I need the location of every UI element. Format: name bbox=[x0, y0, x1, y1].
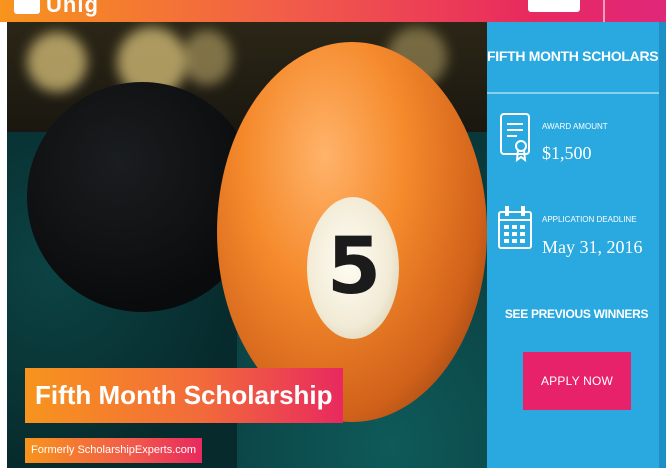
top-header-bar: Unig bbox=[0, 0, 666, 22]
ball-number: 5 bbox=[326, 222, 382, 312]
sidebar-title: FIFTH MONTH SCHOLARSHIP bbox=[487, 48, 666, 64]
header-search-box[interactable] bbox=[528, 0, 580, 12]
logo-text[interactable]: Unig bbox=[46, 0, 99, 18]
hero-title: Fifth Month Scholarship bbox=[25, 368, 343, 423]
scholarship-sidebar: FIFTH MONTH SCHOLARSHIP AWARD AMOUNT $1,… bbox=[487, 22, 666, 468]
hero-image: 5 Fifth Month Scholarship Formerly Schol… bbox=[7, 22, 487, 468]
header-divider bbox=[603, 0, 605, 22]
apply-now-button[interactable]: APPLY NOW bbox=[523, 352, 631, 410]
calendar-icon bbox=[498, 206, 532, 249]
logo-icon[interactable] bbox=[14, 0, 40, 14]
deadline-label: APPLICATION DEADLINE bbox=[542, 215, 637, 224]
hero-subtitle: Formerly ScholarshipExperts.com bbox=[25, 438, 203, 463]
certificate-icon bbox=[500, 113, 530, 163]
bokeh-light bbox=[27, 32, 87, 92]
bokeh-light bbox=[182, 30, 232, 85]
award-amount-label: AWARD AMOUNT bbox=[542, 122, 608, 131]
award-amount-value: $1,500 bbox=[542, 143, 592, 163]
see-previous-winners-link[interactable]: SEE PREVIOUS WINNERS bbox=[487, 307, 666, 321]
deadline-value: May 31, 2016 bbox=[542, 237, 643, 257]
sidebar-divider bbox=[487, 92, 666, 94]
page-edge bbox=[659, 22, 666, 468]
